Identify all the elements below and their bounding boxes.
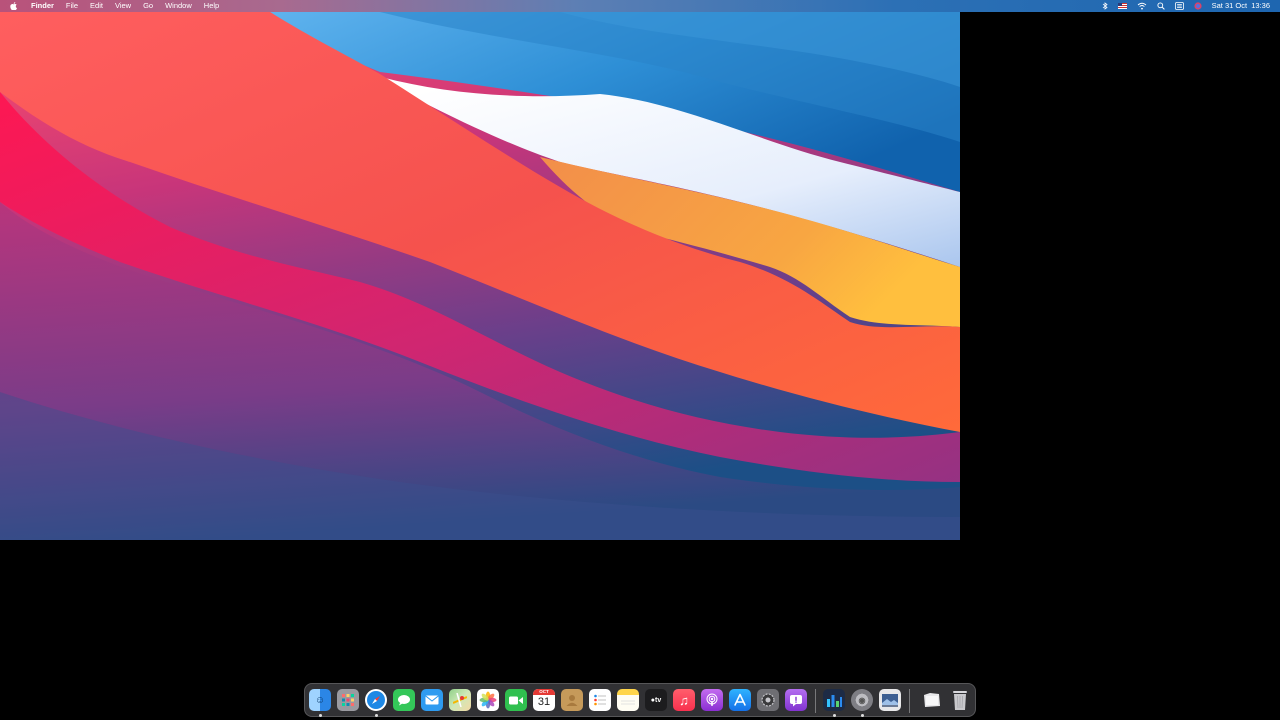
running-indicator (319, 714, 322, 717)
dock-maps[interactable] (449, 689, 471, 711)
dock-reminders[interactable] (589, 689, 611, 711)
apple-tv-label: tv (655, 696, 662, 704)
dock-photos[interactable] (477, 689, 499, 711)
gear-icon (761, 693, 775, 707)
notes-lines-icon (621, 700, 635, 705)
menu-go[interactable]: Go (143, 0, 153, 12)
calendar-day: 31 (537, 696, 551, 708)
dock-separator (909, 689, 910, 713)
running-indicator (833, 714, 836, 717)
messages-bubble-icon (398, 695, 410, 706)
finder-icon: ☺ (314, 694, 326, 706)
music-note-icon: ♫ (679, 692, 689, 708)
feedback-bubble-icon (790, 694, 802, 706)
running-indicator (861, 714, 864, 717)
big-sur-wallpaper (0, 12, 960, 540)
flag-us-icon[interactable] (1117, 3, 1127, 9)
launchpad-icon (342, 694, 354, 706)
app-store-a-icon (734, 693, 746, 706)
photos-flower-icon (479, 691, 497, 709)
wifi-icon[interactable] (1137, 2, 1147, 10)
dock-mail[interactable] (421, 689, 443, 711)
dock-podcasts[interactable] (701, 689, 723, 711)
downloads-folder-icon (924, 693, 940, 707)
menu-edit[interactable]: Edit (90, 0, 103, 12)
activity-monitor-icon (827, 695, 842, 707)
safari-compass-icon (367, 691, 385, 709)
apple-menu-icon[interactable] (10, 2, 17, 10)
dock-launchpad[interactable] (337, 689, 359, 711)
dock: ☺ OCT 31 ● tv ♫ ◉ (304, 683, 976, 717)
control-center-icon[interactable] (1174, 2, 1184, 10)
contacts-person-icon (566, 695, 578, 706)
menu-help[interactable]: Help (204, 0, 219, 12)
reminders-list-icon (594, 694, 606, 706)
dock-app-store[interactable] (729, 689, 751, 711)
trash-icon (953, 691, 967, 710)
maps-pin-icon (453, 693, 467, 707)
dock-messages[interactable] (393, 689, 415, 711)
app-menu-finder[interactable]: Finder (31, 0, 54, 12)
dock-activity-monitor[interactable] (823, 689, 845, 711)
desktop-wallpaper (0, 12, 960, 540)
menubar-clock[interactable]: Sat 31 Oct 13:36 (1212, 0, 1270, 12)
spotlight-icon[interactable] (1157, 2, 1165, 10)
dock-notes[interactable] (617, 689, 639, 711)
dock-music[interactable]: ♫ (673, 689, 695, 711)
dock-system-preferences[interactable] (757, 689, 779, 711)
menu-window[interactable]: Window (165, 0, 192, 12)
menu-view[interactable]: View (115, 0, 131, 12)
preview-photo-icon (882, 694, 898, 707)
dock-separator (815, 689, 816, 713)
dock-preview[interactable] (879, 689, 901, 711)
dock-safari[interactable] (365, 689, 387, 711)
dock-feedback-assistant[interactable] (785, 689, 807, 711)
dock-trash[interactable] (949, 689, 971, 711)
dock-contacts[interactable] (561, 689, 583, 711)
bluetooth-icon[interactable] (1102, 2, 1108, 10)
dock-finder[interactable]: ☺ (309, 689, 331, 711)
mail-envelope-icon (425, 695, 439, 705)
disk-utility-icon: ◉ (858, 695, 866, 705)
dock-apple-tv[interactable]: ● tv (645, 689, 667, 711)
menu-file[interactable]: File (66, 0, 78, 12)
dock-disk-utility[interactable]: ◉ (851, 689, 873, 711)
running-indicator (375, 714, 378, 717)
podcasts-icon (706, 693, 718, 706)
dock-calendar[interactable]: OCT 31 (533, 689, 555, 711)
facetime-camera-icon (509, 696, 523, 704)
dock-facetime[interactable] (505, 689, 527, 711)
dock-downloads-stack[interactable] (921, 689, 943, 711)
siri-icon[interactable] (1194, 2, 1202, 10)
menu-bar: Finder File Edit View Go Window Help Sat… (0, 0, 1280, 12)
